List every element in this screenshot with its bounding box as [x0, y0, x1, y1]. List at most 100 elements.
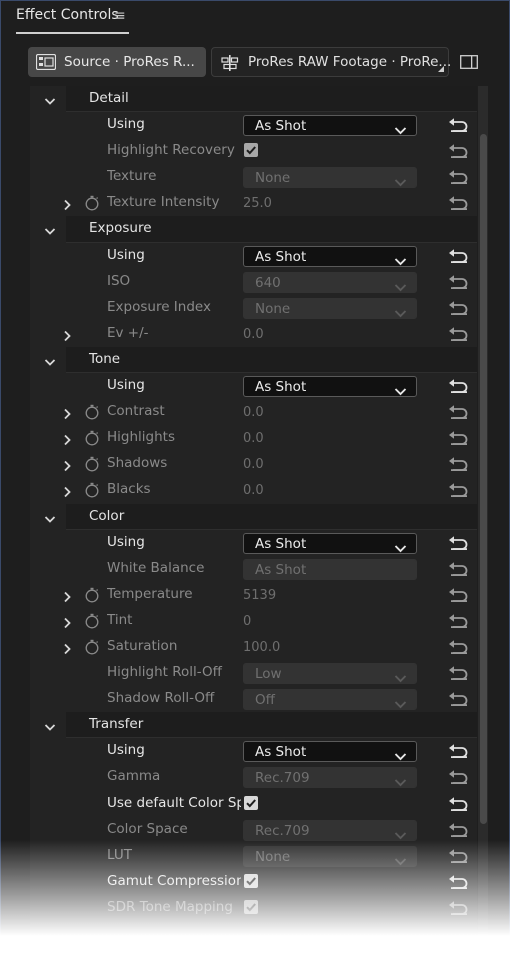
vertical-scrollbar[interactable] [478, 86, 488, 960]
reset-icon[interactable] [448, 117, 470, 137]
reset-icon[interactable] [448, 639, 470, 659]
stopwatch-icon[interactable] [84, 195, 100, 215]
stopwatch-icon[interactable] [84, 456, 100, 476]
reset-icon[interactable] [448, 274, 470, 294]
property-checkbox[interactable] [244, 795, 258, 810]
property-label: Texture [107, 168, 157, 185]
section-header-detail[interactable]: Detail [30, 86, 477, 113]
reset-icon[interactable] [448, 169, 470, 189]
property-dropdown[interactable]: As Shot [243, 245, 417, 270]
chevron-right-icon[interactable] [61, 640, 73, 659]
reset-icon[interactable] [448, 404, 470, 424]
property-value[interactable]: 25.0 [243, 196, 272, 211]
chevron-right-icon[interactable] [61, 483, 73, 502]
property-checkbox[interactable] [244, 899, 258, 914]
stopwatch-icon[interactable] [84, 482, 100, 502]
property-dropdown: None [243, 845, 417, 870]
section-header-color[interactable]: Color [30, 503, 477, 530]
section-header-bg [66, 503, 477, 530]
sequence-clip-button[interactable]: ProRes RAW Footage · ProRe... [211, 47, 452, 77]
reset-icon[interactable] [448, 195, 470, 215]
reset-icon[interactable] [448, 796, 470, 816]
source-clip-button[interactable]: Source · ProRes R... [28, 47, 206, 77]
property-value[interactable]: 0 [243, 614, 251, 629]
reset-icon[interactable] [448, 300, 470, 320]
property-checkbox[interactable] [244, 873, 258, 888]
property-label: Temperature [107, 585, 193, 602]
reset-icon[interactable] [448, 769, 470, 789]
chevron-down-icon[interactable] [44, 510, 56, 529]
property-row-lut: LUT None [30, 843, 477, 869]
property-dropdown[interactable]: As Shot [243, 115, 417, 137]
chevron-down-icon[interactable] [44, 92, 56, 111]
chevron-down-icon[interactable] [44, 353, 56, 372]
property-value[interactable]: 5139 [243, 588, 276, 603]
stopwatch-icon[interactable] [84, 639, 100, 659]
reset-icon[interactable] [448, 587, 470, 607]
property-row-using: Using As Shot [30, 112, 477, 138]
reset-icon[interactable] [448, 535, 470, 555]
reset-icon[interactable] [448, 743, 470, 763]
reset-icon[interactable] [448, 874, 470, 894]
reset-icon[interactable] [448, 482, 470, 502]
stopwatch-icon[interactable] [84, 587, 100, 607]
sequence-clip-label: ProRes RAW Footage · ProRe... [248, 54, 452, 70]
reset-icon[interactable] [448, 561, 470, 581]
chevron-right-icon[interactable] [61, 614, 73, 633]
chevron-right-icon[interactable] [61, 457, 73, 476]
chevron-down-icon [394, 381, 407, 400]
property-label: Using [107, 116, 145, 133]
chevron-down-icon [394, 772, 407, 791]
property-label: Gamma [107, 768, 161, 785]
chevron-down-icon [394, 851, 407, 870]
chevron-right-icon[interactable] [61, 405, 73, 424]
reset-icon[interactable] [448, 143, 470, 163]
stopwatch-icon[interactable] [84, 613, 100, 633]
reset-icon[interactable] [448, 691, 470, 711]
chevron-down-icon[interactable] [44, 222, 56, 241]
stopwatch-icon[interactable] [84, 404, 100, 424]
chevron-right-icon[interactable] [61, 588, 73, 607]
property-row-highlights: Highlights 0.0 [30, 425, 477, 451]
reset-icon[interactable] [448, 326, 470, 346]
property-value[interactable]: 0.0 [243, 457, 264, 472]
reset-icon[interactable] [448, 822, 470, 842]
stopwatch-icon[interactable] [84, 430, 100, 450]
panel-menu-icon[interactable]: ≡ [114, 8, 126, 24]
property-label: Tint [107, 611, 133, 628]
scrollbar-thumb[interactable] [480, 134, 487, 824]
chevron-down-icon [394, 251, 407, 270]
chevron-right-icon[interactable] [61, 431, 73, 450]
property-checkbox[interactable] [244, 143, 258, 158]
reset-icon[interactable] [448, 613, 470, 633]
property-value[interactable]: 0.0 [243, 431, 264, 446]
panel-toggle-icon[interactable] [460, 54, 478, 73]
section-header-tone[interactable]: Tone [30, 346, 477, 374]
property-label: Highlight Recovery [107, 142, 235, 159]
chevron-right-icon[interactable] [61, 327, 73, 346]
property-dropdown[interactable]: As Shot [243, 376, 417, 400]
panel-tab-effect-controls[interactable]: Effect Controls [16, 7, 119, 29]
property-value[interactable]: 0.0 [243, 483, 264, 498]
property-dropdown: As Shot [243, 558, 417, 580]
reset-icon[interactable] [448, 456, 470, 476]
property-label: Saturation [107, 637, 178, 654]
property-row-contrast: Contrast 0.0 [30, 399, 477, 425]
reset-icon[interactable] [448, 900, 470, 920]
property-label: Using [107, 742, 145, 759]
property-value[interactable]: 100.0 [243, 640, 280, 655]
property-dropdown[interactable]: As Shot [243, 532, 417, 554]
reset-icon[interactable] [448, 378, 470, 398]
reset-icon[interactable] [448, 848, 470, 868]
property-value[interactable]: 0.0 [243, 405, 264, 420]
reset-icon[interactable] [448, 665, 470, 685]
reset-icon[interactable] [448, 430, 470, 450]
chevron-right-icon[interactable] [61, 196, 73, 215]
property-label: LUT [107, 846, 132, 863]
reset-icon[interactable] [448, 248, 470, 268]
chevron-down-icon[interactable] [44, 718, 56, 737]
section-header-exposure[interactable]: Exposure [30, 216, 477, 243]
section-header-transfer[interactable]: Transfer [30, 712, 477, 739]
property-dropdown[interactable]: As Shot [243, 741, 417, 763]
property-value[interactable]: 0.0 [243, 327, 264, 342]
